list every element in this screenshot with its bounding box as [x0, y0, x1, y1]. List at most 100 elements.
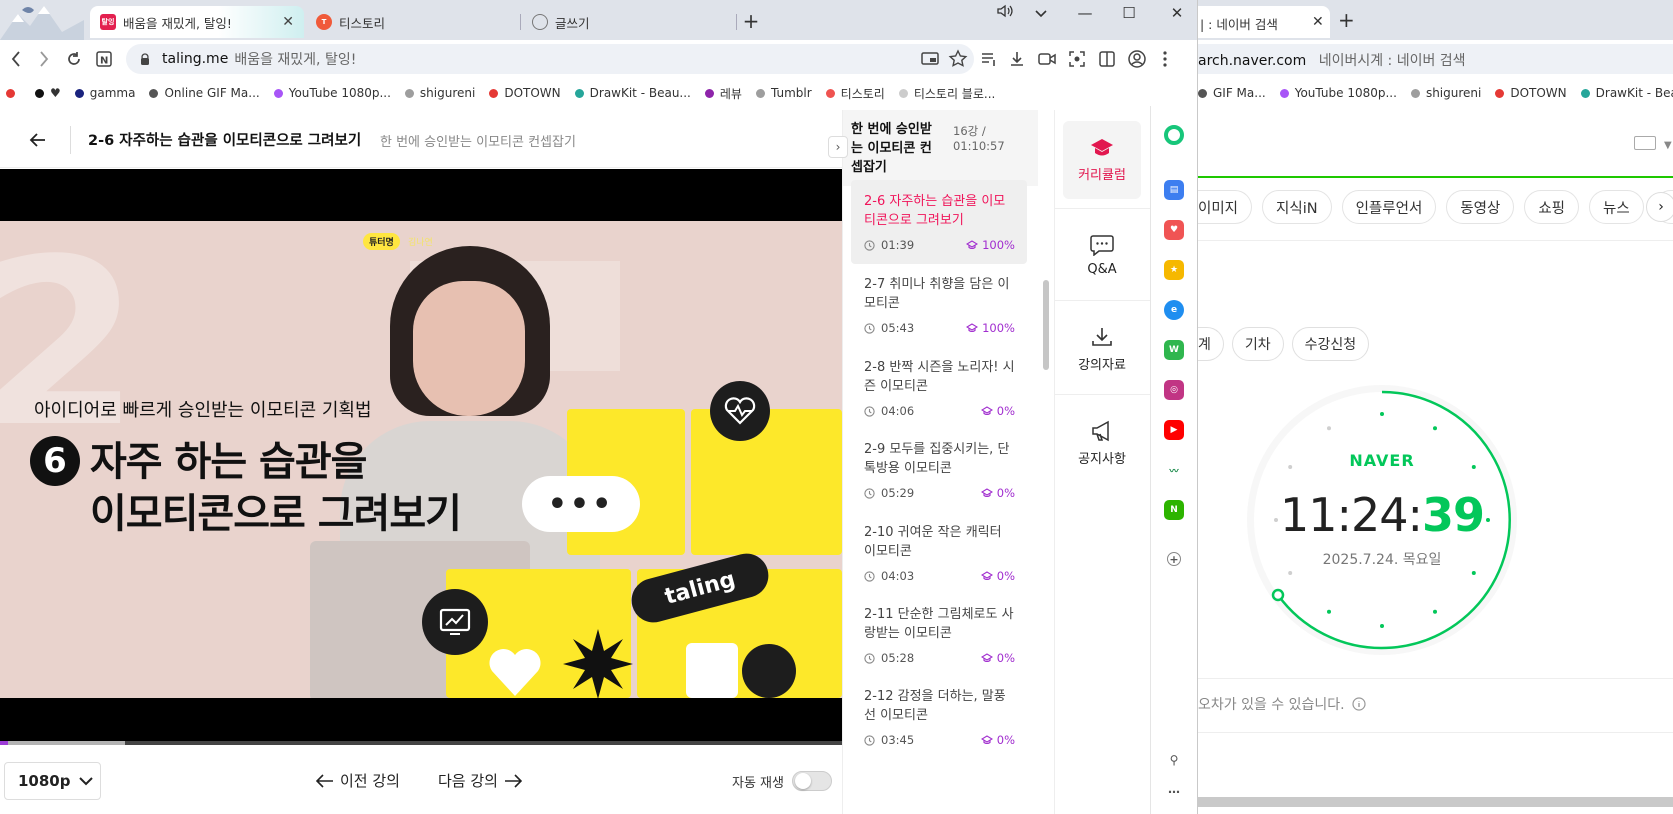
bookmark-star-icon[interactable] — [948, 49, 968, 69]
side-panel-icon[interactable] — [1096, 48, 1118, 70]
next-lesson-button[interactable]: 다음 강의 — [438, 770, 522, 791]
bookmark-item[interactable]: ♥ — [35, 86, 61, 100]
tab-naver-search[interactable]: | : 네이버 검색 ✕ — [1198, 6, 1330, 38]
playlist-item[interactable]: 2-11 단순한 그림체로도 사랑받는 이모티콘 05:28 0% — [851, 593, 1027, 677]
bookmark-item[interactable]: DOTOWN — [1495, 86, 1567, 100]
bookmark-item[interactable]: shigureni — [404, 86, 475, 100]
clock-icon — [864, 734, 875, 746]
bookmark-item[interactable]: Tumblr — [755, 86, 812, 100]
pocket-app-icon[interactable]: ♥ — [1164, 220, 1184, 240]
bookmark-item[interactable]: shigureni — [1410, 86, 1481, 100]
white-heart-shape — [489, 648, 541, 696]
playlist-item-progress: 100% — [966, 321, 1015, 335]
naver-search-tab[interactable]: 동영상 — [1446, 190, 1515, 224]
new-tab-plus-icon[interactable]: + — [1338, 8, 1355, 32]
close-icon[interactable]: ✕ — [1312, 14, 1324, 30]
materials-label: 강의자료 — [1078, 357, 1126, 373]
chevron-down-icon[interactable]: ▼ — [1664, 140, 1672, 151]
close-icon[interactable]: ✕ — [282, 14, 294, 30]
bookmark-item[interactable]: 티스토리 블로... — [898, 85, 995, 102]
tabs-next-arrow-icon[interactable]: › — [1646, 192, 1673, 222]
naver-search-tab[interactable]: 쇼핑 — [1524, 190, 1580, 224]
info-icon[interactable] — [1352, 697, 1366, 711]
video-player[interactable]: 2 튜터명 김나연 아이디어로 빠르게 승인받는 이모티콘 기획법 6 자주 하… — [0, 169, 842, 741]
graduation-cap-icon — [966, 323, 979, 333]
clock-tick — [1327, 426, 1331, 431]
forward-icon[interactable] — [32, 47, 56, 71]
bookmark-item[interactable]: GIF Ma... — [1198, 86, 1266, 100]
bookmark-item[interactable]: DOTOWN — [489, 86, 561, 100]
screen-capture-icon[interactable] — [1066, 48, 1088, 70]
prev-lesson-button[interactable]: 이전 강의 — [316, 770, 400, 791]
playlist-collapse-button[interactable]: › — [828, 136, 848, 158]
naver-search-tab[interactable]: 지식iN — [1262, 190, 1332, 224]
naver-search-tab[interactable]: 뉴스 — [1589, 190, 1644, 224]
omnibox[interactable]: taling.me 배움을 재밌게, 탈잉! — [126, 44, 974, 74]
qa-button[interactable]: Q&A — [1063, 216, 1141, 294]
window-close-icon[interactable]: ✕ — [1162, 4, 1192, 22]
bookmark-item[interactable]: YouTube 1080p... — [1279, 86, 1397, 100]
pin-icon[interactable]: ⚲ — [1164, 750, 1184, 770]
notice-button[interactable]: 공지사항 — [1063, 404, 1141, 482]
related-chip[interactable]: 기차 — [1231, 327, 1284, 361]
bookmark-item[interactable]: Online GIF Ma... — [149, 86, 260, 100]
related-chip[interactable]: 수강신청 — [1291, 327, 1370, 361]
instagram-app-icon[interactable]: ◎ — [1164, 380, 1184, 400]
reload-icon[interactable] — [62, 47, 86, 71]
speaker-icon[interactable] — [990, 4, 1020, 22]
tab-search-chevron-icon[interactable] — [1026, 4, 1056, 22]
bookmark-item[interactable]: YouTube 1080p... — [273, 86, 391, 100]
bookmark-item[interactable]: gamma — [74, 86, 135, 100]
video-record-icon[interactable] — [1036, 48, 1058, 70]
notion-extension-icon[interactable]: N — [92, 47, 116, 71]
bookmark-item[interactable]: 티스토리 — [825, 85, 885, 102]
autoplay-toggle[interactable] — [792, 771, 832, 791]
site-info-icon[interactable] — [138, 52, 152, 66]
related-chip[interactable]: 계 — [1198, 327, 1224, 361]
webtoon-app-icon[interactable]: W — [1164, 340, 1184, 360]
horizontal-scrollbar[interactable] — [1198, 797, 1673, 807]
naver-search-tab[interactable]: 이미지 — [1198, 190, 1253, 224]
playlist-item[interactable]: 2-9 모두를 집중시키는, 단톡방용 이모티콘 05:29 0% — [851, 428, 1027, 512]
new-tab-plus-icon[interactable]: + — [738, 8, 764, 34]
clock-tick — [1471, 571, 1476, 575]
playlist-item[interactable]: 2-8 반짝 시즌을 노리자! 시즌 이모티콘 04:06 0% — [851, 346, 1027, 430]
maximize-icon[interactable]: ☐ — [1114, 4, 1144, 22]
naver-search-tab[interactable]: 인플루언서 — [1341, 190, 1437, 224]
graduation-cap-icon — [980, 735, 993, 745]
edge-app-icon[interactable]: e — [1164, 300, 1184, 320]
download-icon[interactable] — [1006, 48, 1028, 70]
profile-avatar-icon[interactable] — [1126, 48, 1148, 70]
playlist-scrollbar[interactable] — [1043, 280, 1049, 370]
bookmark-item[interactable]: DrawKit - Beau... — [1580, 86, 1673, 100]
playlist-item[interactable]: 2-7 취미나 취향을 담은 이모티콘 05:43 100% — [851, 263, 1027, 347]
tab-writing[interactable]: 글쓰기 — [522, 6, 736, 38]
playlist-item[interactable]: 2-12 감정을 더하는, 말풍선 이모티콘 03:45 0% — [851, 675, 1027, 759]
reading-list-icon[interactable] — [978, 48, 1000, 70]
add-app-plus-icon[interactable]: + — [1167, 552, 1181, 566]
cast-screen-icon[interactable] — [920, 49, 940, 69]
playlist-item[interactable]: 2-6 자주하는 습관을 이모티콘으로 그려보기 01:39 100% — [851, 180, 1027, 264]
tab-tistory[interactable]: T 티스토리 — [306, 6, 520, 38]
quality-select[interactable]: 1080p — [4, 762, 101, 800]
kebab-menu-icon[interactable] — [1154, 48, 1176, 70]
keyboard-icon[interactable] — [1634, 136, 1656, 150]
naver-app-icon[interactable]: N — [1164, 500, 1184, 520]
youtube-app-icon[interactable]: ▶ — [1164, 420, 1184, 440]
mail-app-icon[interactable]: ▤ — [1164, 180, 1184, 200]
more-dots-icon[interactable]: ⋯ — [1164, 782, 1184, 802]
whale-sidebar-icon[interactable] — [1164, 125, 1184, 145]
back-arrow-icon[interactable] — [28, 130, 48, 150]
favorites-app-icon[interactable]: ★ — [1164, 260, 1184, 280]
bookmark-item[interactable] — [6, 88, 21, 98]
bookmark-item[interactable]: 레뷰 — [704, 85, 742, 102]
bookmark-item[interactable]: DrawKit - Beau... — [574, 86, 691, 100]
tab-taling[interactable]: 탈잉 배움을 재밌게, 탈잉! ✕ — [90, 6, 304, 38]
stocks-app-icon[interactable]: 〰 — [1164, 460, 1184, 480]
back-icon[interactable] — [4, 47, 28, 71]
omnibox[interactable]: arch.naver.com 네이버시계 : 네이버 검색 — [1198, 44, 1673, 74]
curriculum-button[interactable]: 커리큘럼 — [1063, 121, 1141, 199]
playlist-item[interactable]: 2-10 귀여운 작은 캐릭터 이모티콘 04:03 0% — [851, 511, 1027, 595]
materials-button[interactable]: 강의자료 — [1063, 310, 1141, 388]
minimize-icon[interactable]: — — [1070, 4, 1100, 22]
